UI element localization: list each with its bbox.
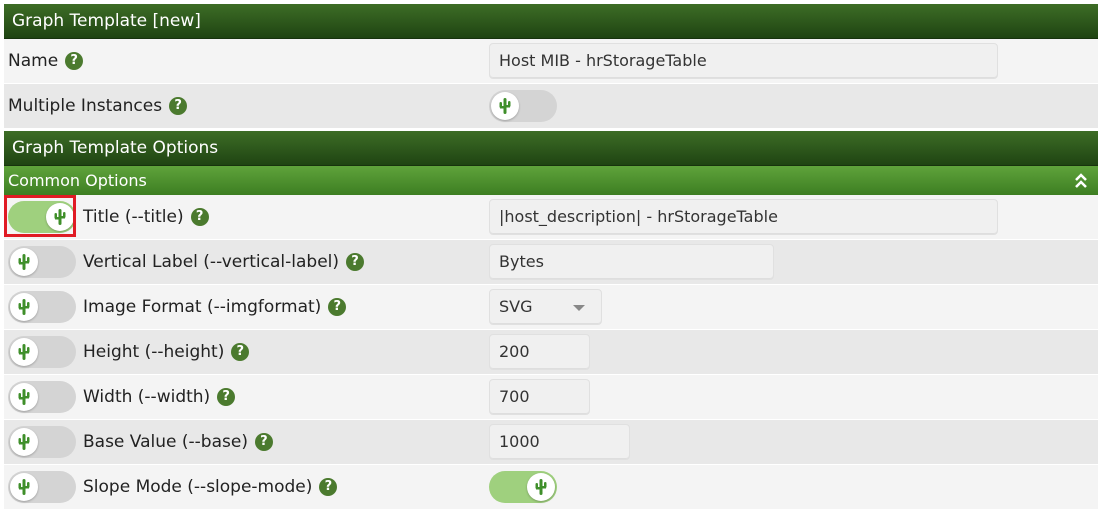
question-icon[interactable]: ? — [346, 253, 365, 271]
question-icon[interactable]: ? — [231, 343, 250, 361]
name-label-wrap: Name ? — [8, 39, 84, 83]
vertical-label-label-wrap: Vertical Label (--vertical-label) ? — [83, 240, 365, 284]
cactus-icon — [18, 344, 30, 360]
slope-mode-override-toggle[interactable] — [8, 471, 76, 503]
double-chevron-up-icon[interactable] — [1074, 172, 1088, 190]
option-row-height: Height (--height) ? 200 — [4, 330, 1098, 375]
question-icon[interactable]: ? — [254, 433, 273, 451]
cactus-icon — [535, 479, 547, 495]
toggle-knob — [10, 383, 38, 411]
image-format-select[interactable]: SVG — [489, 289, 602, 325]
base-value-label-wrap: Base Value (--base) ? — [83, 420, 273, 464]
height-label-wrap: Height (--height) ? — [83, 330, 250, 374]
toggle-knob — [10, 428, 38, 456]
question-icon[interactable]: ? — [328, 298, 347, 316]
slope-mode-label: Slope Mode (--slope-mode) — [83, 477, 313, 497]
slope-mode-value-toggle[interactable] — [489, 471, 557, 503]
cactus-icon — [18, 299, 30, 315]
height-label: Height (--height) — [83, 342, 225, 362]
toggle-knob — [10, 248, 38, 276]
height-input[interactable]: 200 — [489, 334, 590, 370]
caret-down-icon — [573, 305, 585, 311]
option-row-vertical-label: Vertical Label (--vertical-label) ? Byte… — [4, 240, 1098, 285]
vertical-label-label: Vertical Label (--vertical-label) — [83, 252, 340, 272]
width-label-wrap: Width (--width) ? — [83, 375, 236, 419]
width-input[interactable]: 700 — [489, 379, 590, 415]
name-input[interactable]: Host MIB - hrStorageTable — [489, 43, 998, 79]
slope-mode-label-wrap: Slope Mode (--slope-mode) ? — [83, 465, 338, 509]
base-value-input[interactable]: 1000 — [489, 424, 630, 460]
question-icon[interactable]: ? — [319, 478, 338, 496]
base-value-label: Base Value (--base) — [83, 432, 248, 452]
title-input[interactable]: |host_description| - hrStorageTable — [489, 199, 998, 235]
highlight-box — [4, 195, 76, 237]
title-label-wrap: Title (--title) ? — [83, 195, 209, 239]
toggle-knob — [10, 473, 38, 501]
width-override-toggle[interactable] — [8, 381, 76, 413]
toggle-knob — [10, 338, 38, 366]
title-label: Title (--title) — [83, 207, 184, 227]
toggle-knob — [527, 473, 555, 501]
multiple-instances-label: Multiple Instances — [8, 96, 163, 116]
common-options-title: Common Options — [8, 171, 147, 190]
question-icon[interactable]: ? — [169, 97, 188, 115]
image-format-override-toggle[interactable] — [8, 291, 76, 323]
graph-template-header: Graph Template [new] — [4, 4, 1098, 39]
option-row-image-format: Image Format (--imgformat) ? SVG — [4, 285, 1098, 330]
option-row-slope-mode: Slope Mode (--slope-mode) ? — [4, 465, 1098, 510]
question-icon[interactable]: ? — [65, 52, 84, 70]
cactus-icon — [18, 479, 30, 495]
graph-template-form: Graph Template [new] Name ? Host MIB - h… — [4, 4, 1098, 510]
graph-template-options-header: Graph Template Options — [4, 131, 1098, 166]
cactus-icon — [18, 254, 30, 270]
name-label: Name — [8, 51, 59, 71]
base-value-override-toggle[interactable] — [8, 426, 76, 458]
image-format-value: SVG — [499, 297, 533, 316]
toggle-knob — [491, 92, 519, 120]
multiple-instances-toggle[interactable] — [489, 90, 557, 122]
option-row-width: Width (--width) ? 700 — [4, 375, 1098, 420]
question-icon[interactable]: ? — [217, 388, 236, 406]
image-format-label-wrap: Image Format (--imgformat) ? — [83, 285, 347, 329]
option-row-title: Title (--title) ? |host_description| - h… — [4, 195, 1098, 240]
cactus-icon — [18, 389, 30, 405]
option-row-base-value: Base Value (--base) ? 1000 — [4, 420, 1098, 465]
cactus-icon — [18, 434, 30, 450]
multiple-instances-label-wrap: Multiple Instances ? — [8, 84, 188, 128]
width-label: Width (--width) — [83, 387, 211, 407]
name-row: Name ? Host MIB - hrStorageTable — [4, 39, 1098, 84]
question-icon[interactable]: ? — [190, 208, 209, 226]
toggle-knob — [10, 293, 38, 321]
vertical-label-input[interactable]: Bytes — [489, 244, 774, 280]
multiple-instances-row: Multiple Instances ? — [4, 84, 1098, 129]
vertical-label-override-toggle[interactable] — [8, 246, 76, 278]
cactus-icon — [499, 98, 511, 114]
height-override-toggle[interactable] — [8, 336, 76, 368]
image-format-label: Image Format (--imgformat) — [83, 297, 322, 317]
common-options-header[interactable]: Common Options — [4, 166, 1098, 195]
